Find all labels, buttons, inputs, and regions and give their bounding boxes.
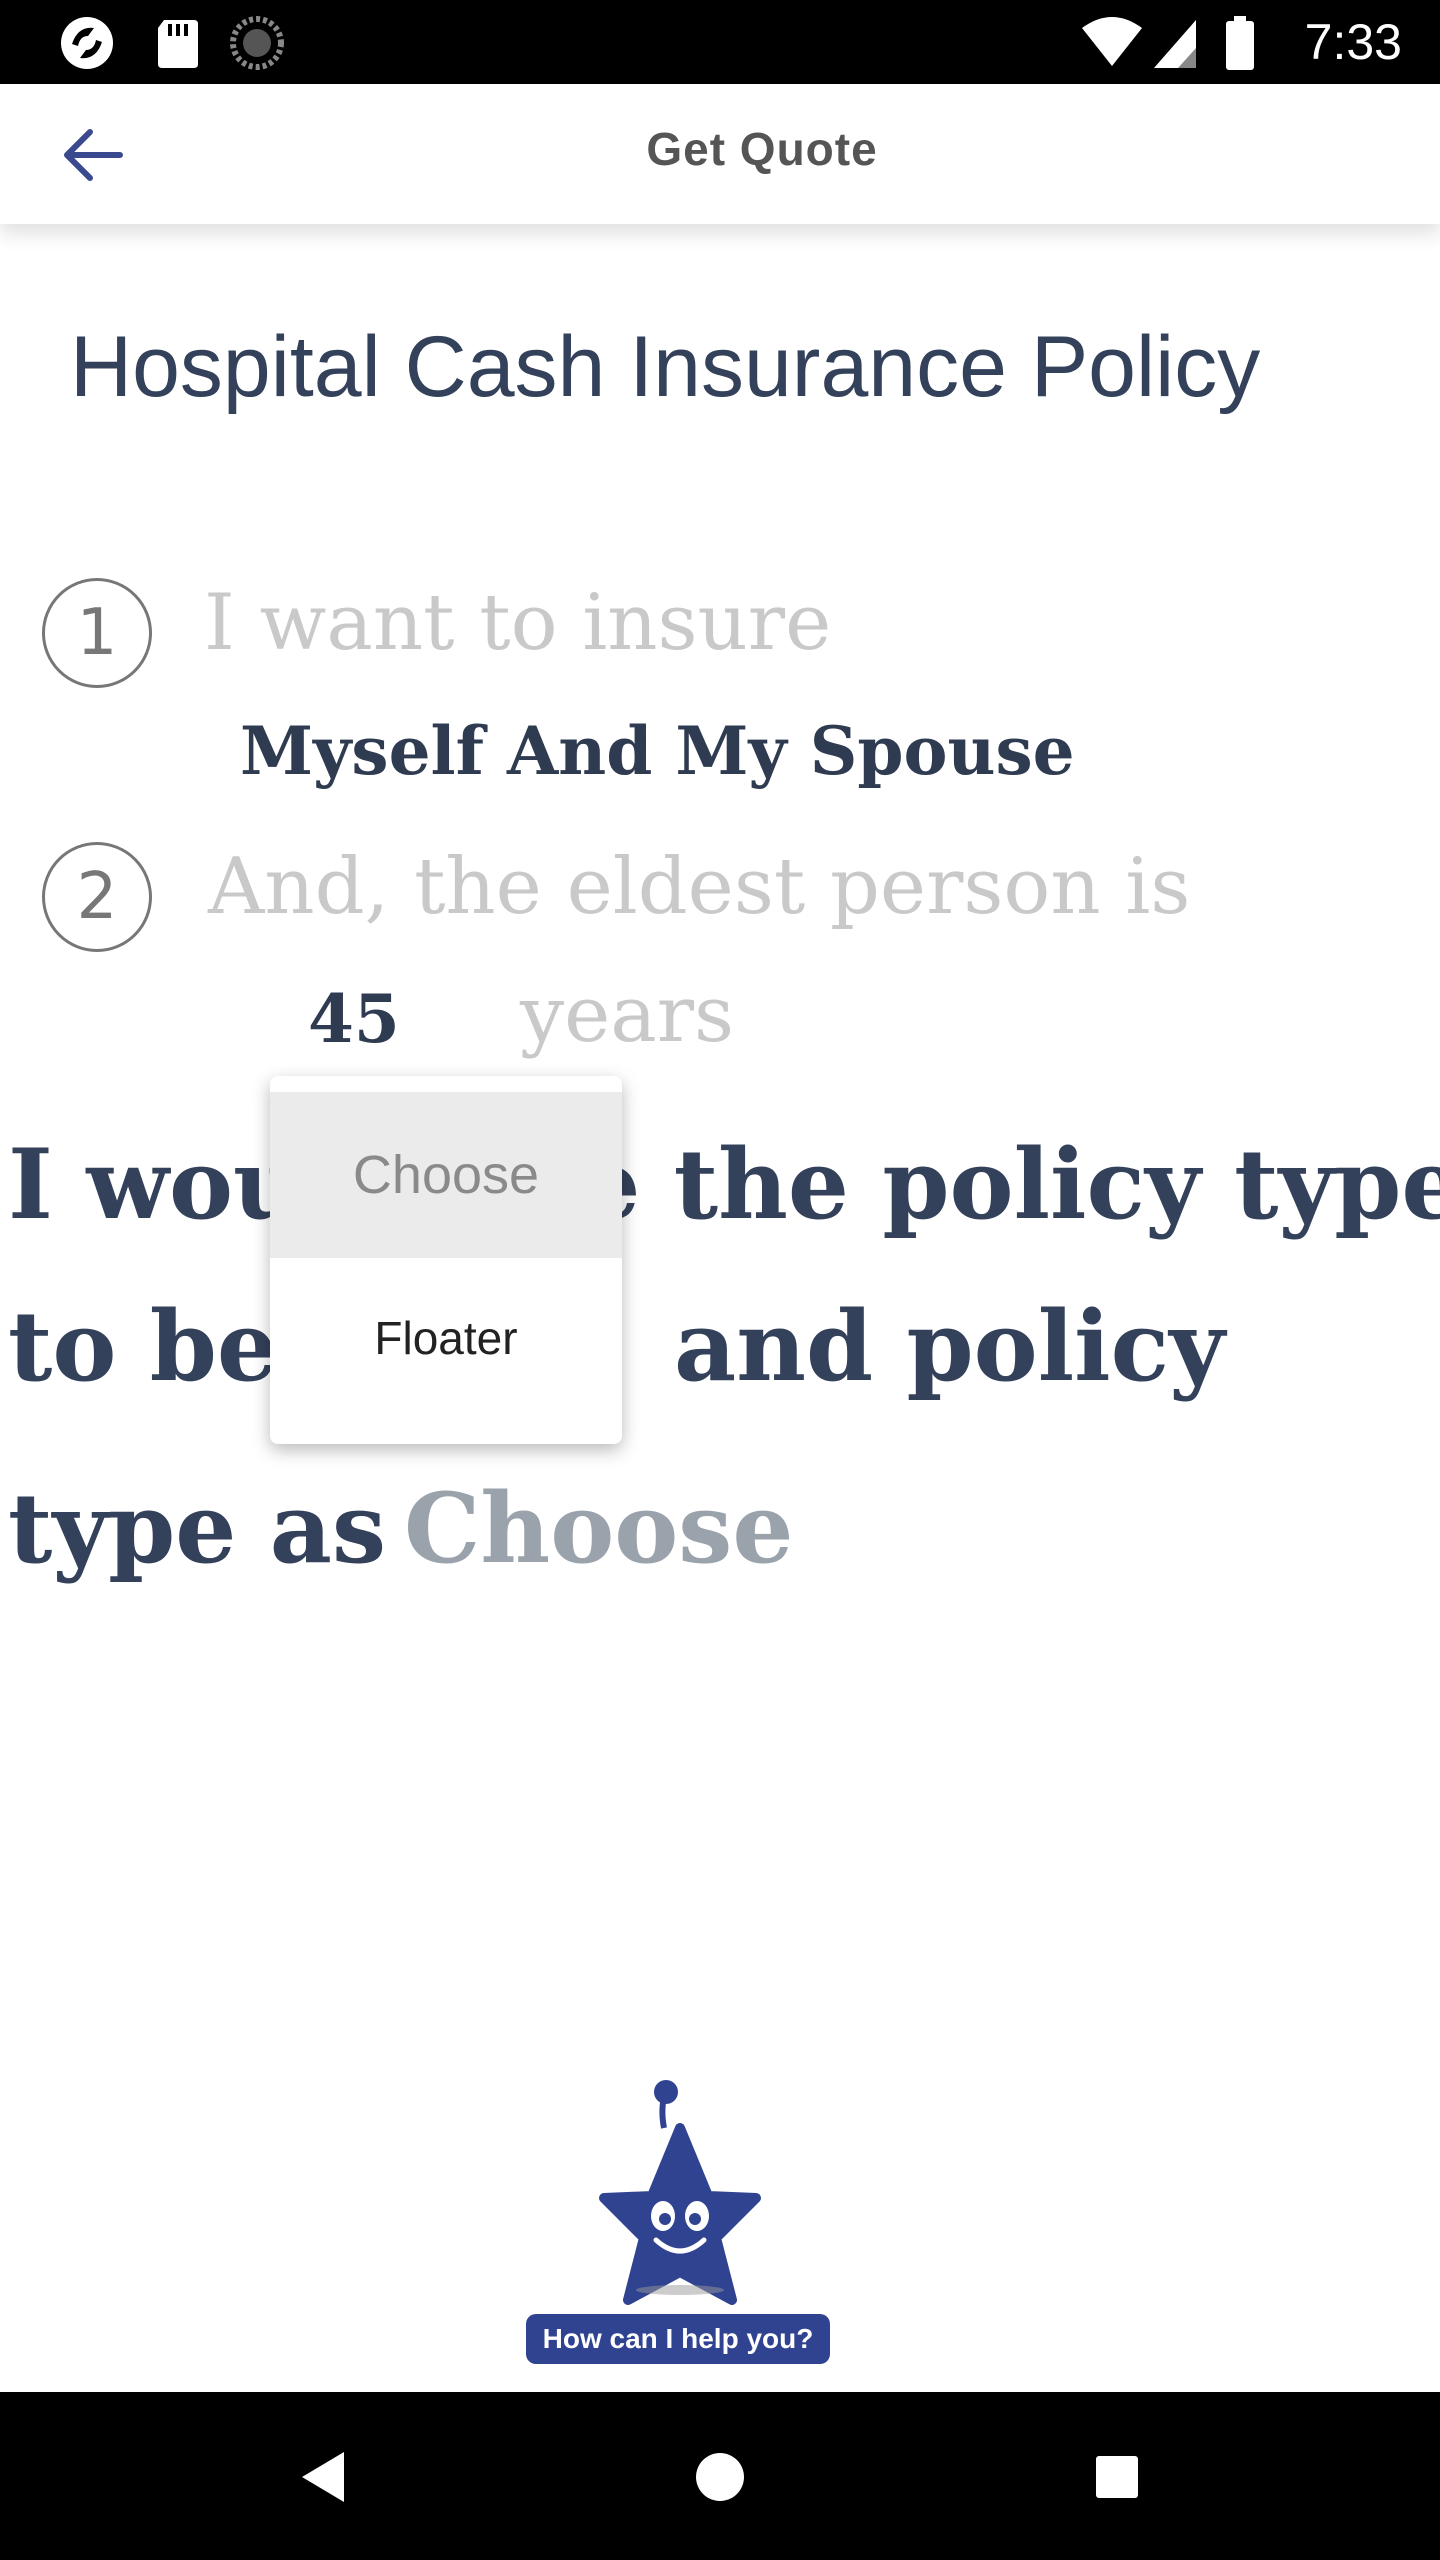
sync-icon xyxy=(230,16,284,70)
sentence-line-2-start: to be xyxy=(8,1290,278,1403)
sentence-line-1: I would like the policy type xyxy=(8,1128,1440,1241)
back-triangle-icon[interactable] xyxy=(278,2432,368,2522)
step-1-badge: 1 xyxy=(42,578,152,688)
help-chat-button[interactable]: How can I help you? xyxy=(526,2314,830,2364)
wifi-icon xyxy=(1082,17,1142,66)
sentence-line-3: type as Choose xyxy=(8,1472,793,1585)
status-time: 7:33 xyxy=(1304,14,1402,70)
eldest-age-field[interactable]: 45 xyxy=(308,980,400,1058)
age-unit-label: years xyxy=(520,970,735,1060)
app-bar-title: Get Quote xyxy=(646,123,878,175)
sentence-line-3-start: type as xyxy=(8,1472,386,1585)
app-bar: Get Quote xyxy=(0,84,1440,224)
app-notification-icon xyxy=(61,17,113,69)
sentence-line-2-end: and policy xyxy=(674,1290,1225,1403)
sd-card-icon xyxy=(158,20,198,68)
dropdown-option-floater[interactable]: Floater xyxy=(270,1258,622,1418)
status-bar: 7:33 xyxy=(0,0,1440,84)
signal-icon xyxy=(1154,20,1196,68)
insured-members-selection[interactable]: Myself And My Spouse xyxy=(240,712,1075,790)
step-2-question: And, the eldest person is xyxy=(208,842,1191,932)
page-title: Hospital Cash Insurance Policy xyxy=(70,319,1261,415)
policy-type-2-select[interactable]: Choose xyxy=(404,1472,793,1585)
step-1-question: I want to insure xyxy=(204,578,832,668)
system-nav-bar xyxy=(0,2392,1440,2560)
policy-type-dropdown-menu: Choose Floater xyxy=(270,1076,622,1444)
home-circle-icon[interactable] xyxy=(675,2432,765,2522)
step-2-badge: 2 xyxy=(42,842,152,952)
recents-square-icon[interactable] xyxy=(1072,2432,1162,2522)
dropdown-option-choose[interactable]: Choose xyxy=(270,1092,622,1258)
battery-icon xyxy=(1226,16,1254,70)
